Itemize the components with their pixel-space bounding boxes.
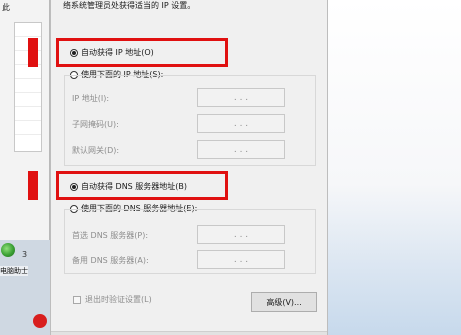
alternate-dns-label: 备用 DNS 服务器(A):: [72, 256, 149, 265]
background-digit: 3: [22, 250, 28, 259]
background-window: 此: [0, 0, 50, 240]
background-window-text: 此: [2, 3, 10, 12]
taskbar-app-icon[interactable]: [33, 314, 47, 328]
highlight-tab-auto-ip: [28, 38, 38, 67]
default-gateway-input[interactable]: . . .: [197, 140, 285, 159]
desktop-background: [318, 0, 461, 335]
intro-text: 络系统管理员处获得适当的 IP 设置。: [63, 1, 196, 10]
highlight-box-auto-ip: [56, 38, 228, 67]
subnet-mask-value: . . .: [233, 118, 249, 129]
dialog-bottom-strip: [51, 331, 327, 335]
default-gateway-value: . . .: [233, 144, 249, 155]
subnet-mask-label: 子网掩码(U):: [72, 120, 119, 129]
ip-address-value: . . .: [233, 92, 249, 103]
default-gateway-label: 默认网关(D):: [72, 146, 120, 155]
ip-address-label: IP 地址(I):: [72, 94, 110, 103]
highlight-tab-auto-dns: [28, 171, 38, 200]
validate-on-exit-row[interactable]: 退出时验证设置(L): [73, 294, 152, 305]
preferred-dns-label: 首选 DNS 服务器(P):: [72, 231, 149, 240]
desktop-app-label[interactable]: 电脑助士: [0, 266, 28, 276]
alternate-dns-value: . . .: [233, 254, 249, 265]
preferred-dns-value: . . .: [233, 229, 249, 240]
desktop-app-icon[interactable]: [1, 243, 15, 257]
highlight-box-auto-dns: [56, 171, 228, 200]
validate-on-exit-checkbox[interactable]: [73, 295, 81, 304]
ip-address-input[interactable]: . . .: [197, 88, 285, 107]
advanced-button[interactable]: 高级(V)...: [251, 292, 317, 312]
preferred-dns-input[interactable]: . . .: [197, 225, 285, 244]
alternate-dns-input[interactable]: . . .: [197, 250, 285, 269]
validate-on-exit-label: 退出时验证设置(L): [85, 295, 152, 304]
subnet-mask-input[interactable]: . . .: [197, 114, 285, 133]
